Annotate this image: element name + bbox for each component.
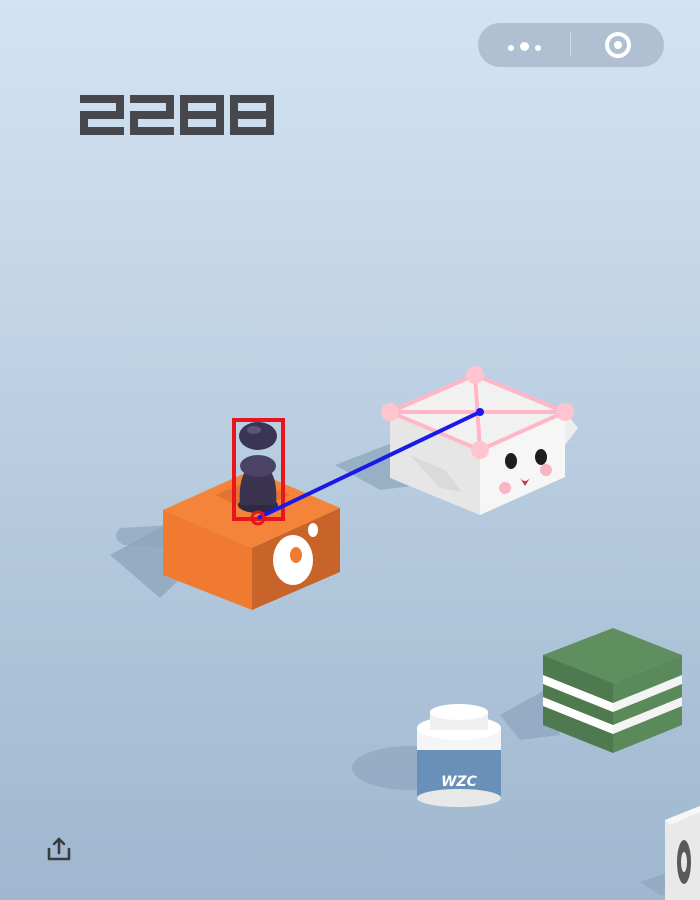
menu-capsule bbox=[478, 23, 664, 67]
score-display bbox=[80, 95, 274, 135]
score-digit-segment bbox=[80, 127, 124, 135]
score-digit-segment bbox=[230, 111, 274, 119]
more-dots-icon bbox=[505, 36, 544, 55]
cat-left-eye bbox=[505, 453, 517, 469]
target-ring-icon bbox=[604, 32, 631, 58]
more-button[interactable] bbox=[478, 23, 571, 67]
share-button[interactable] bbox=[44, 834, 74, 864]
target-anchor-dot bbox=[476, 408, 484, 416]
bottle-block[interactable]: WZC bbox=[417, 704, 501, 807]
player-piece bbox=[238, 422, 278, 513]
green-striped-block[interactable] bbox=[543, 628, 682, 753]
bottle-label: WZC bbox=[441, 774, 478, 790]
share-upload-icon bbox=[47, 837, 71, 861]
game-scene[interactable]: 2288 WZC bbox=[0, 0, 700, 900]
score-value: 2288 bbox=[80, 129, 83, 131]
score-digit-segment bbox=[180, 111, 224, 119]
close-button[interactable] bbox=[571, 23, 664, 67]
cat-right-eye bbox=[535, 449, 547, 465]
score-digit-segment bbox=[130, 127, 174, 135]
partial-white-block[interactable] bbox=[665, 806, 700, 900]
player-shadow bbox=[115, 525, 170, 548]
